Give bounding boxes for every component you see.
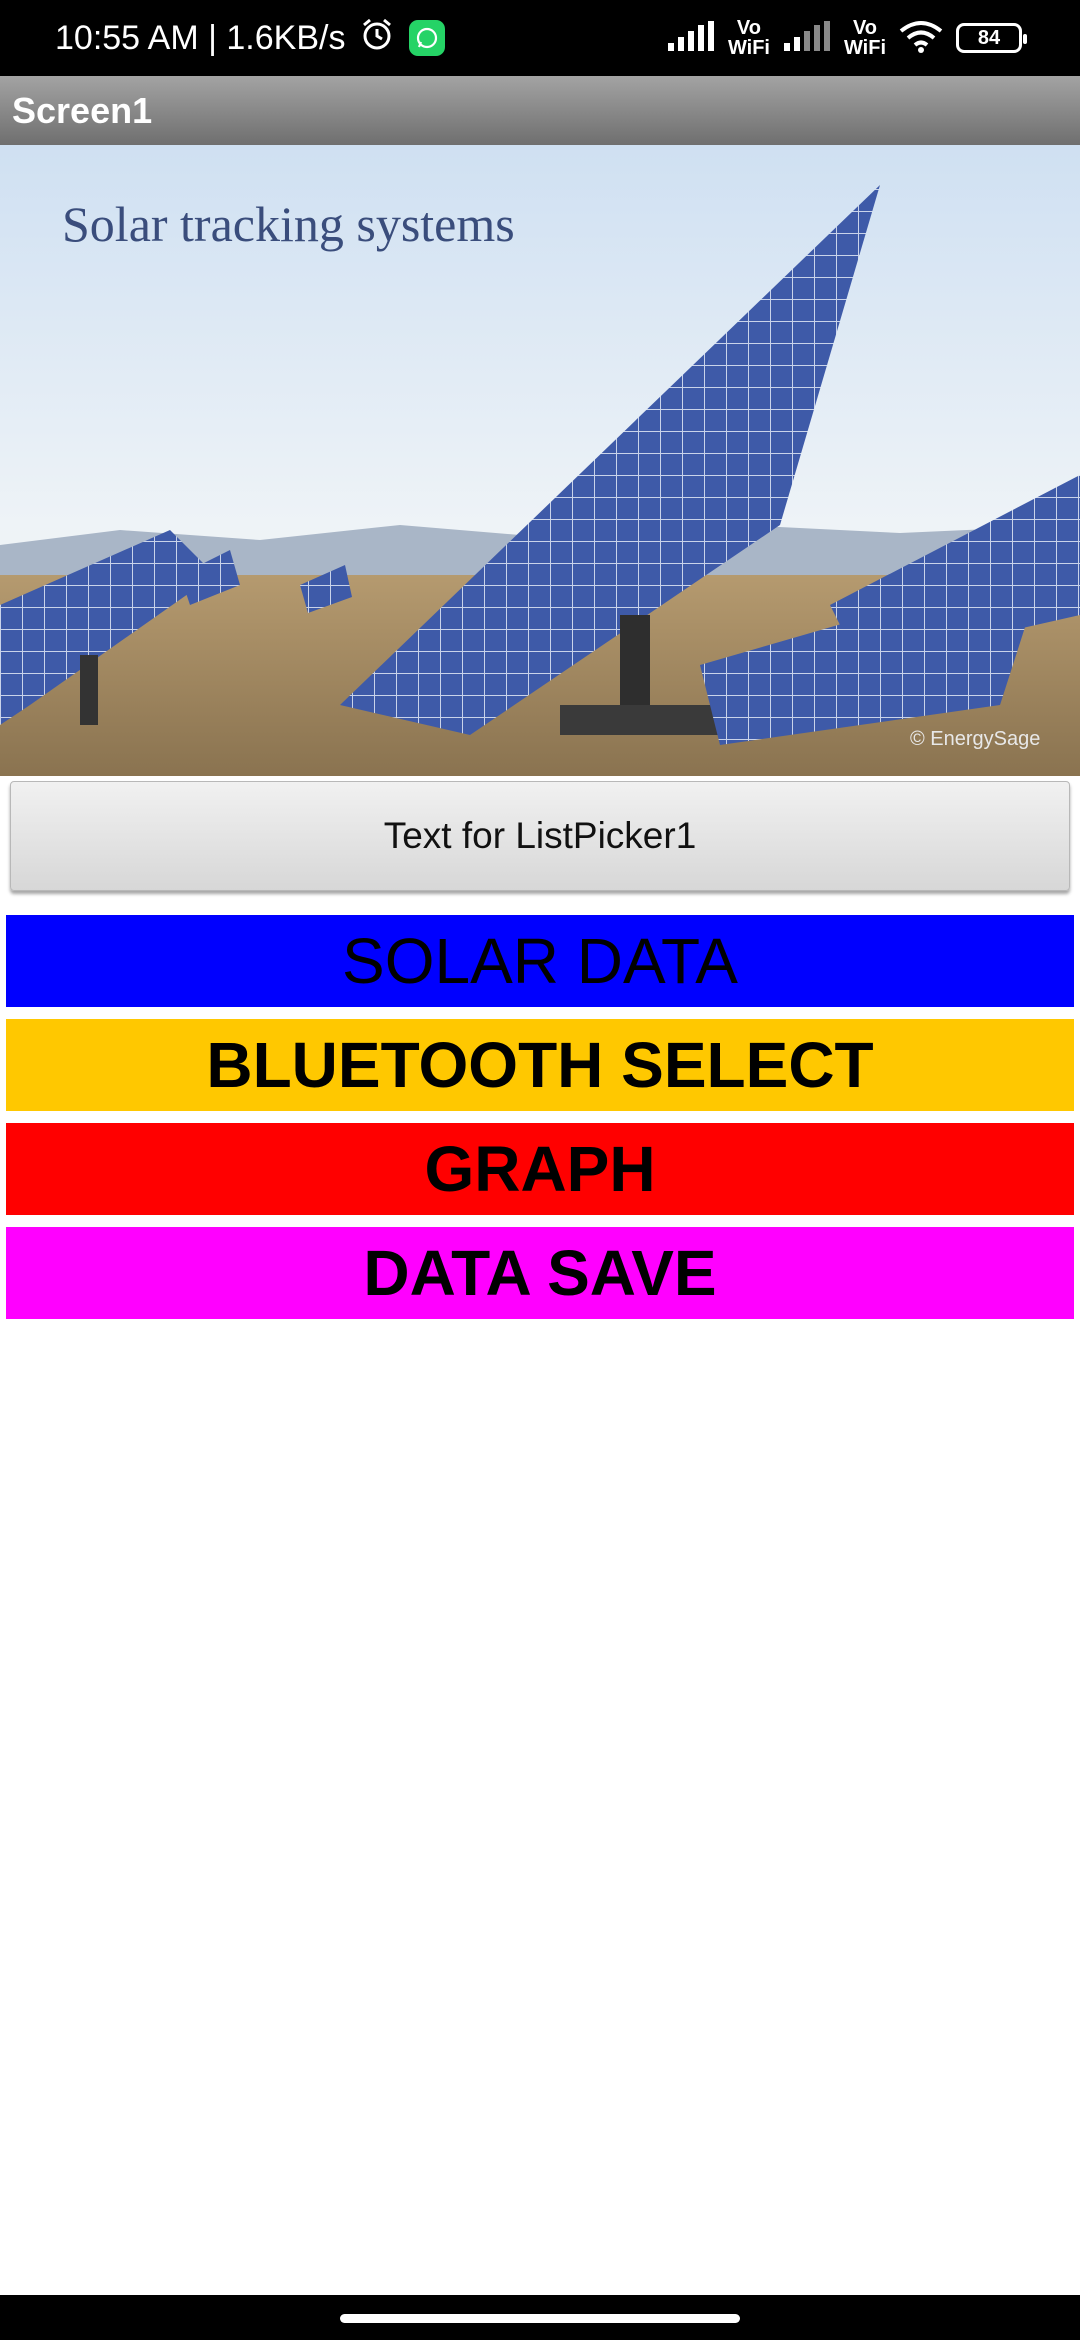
bluetooth-select-button[interactable]: BLUETOOTH SELECT bbox=[6, 1019, 1074, 1111]
signal-icon-2 bbox=[782, 20, 832, 56]
status-time: 10:55 AM | 1.6KB/s bbox=[55, 18, 346, 57]
battery-icon: 84 bbox=[956, 23, 1027, 53]
solar-data-button[interactable]: SOLAR DATA bbox=[6, 915, 1074, 1007]
home-indicator[interactable] bbox=[340, 2314, 740, 2323]
app-title: Screen1 bbox=[12, 89, 153, 131]
signal-icon bbox=[666, 20, 716, 56]
graph-label: GRAPH bbox=[424, 1133, 656, 1205]
vowifi-label-2: Vo WiFi bbox=[843, 17, 886, 59]
status-left: 10:55 AM | 1.6KB/s bbox=[55, 0, 446, 76]
navigation-bar bbox=[0, 2295, 1080, 2340]
graph-button[interactable]: GRAPH bbox=[6, 1123, 1074, 1215]
hero-caption: Solar tracking systems bbox=[62, 196, 515, 252]
listpicker-button[interactable]: Text for ListPicker1 bbox=[10, 781, 1070, 891]
whatsapp-icon bbox=[409, 20, 446, 56]
battery-level: 84 bbox=[977, 26, 1001, 49]
status-bar: 10:55 AM | 1.6KB/s Vo WiFi Vo WiFi 84 bbox=[0, 0, 1080, 76]
data-save-label: DATA SAVE bbox=[363, 1237, 717, 1309]
wifi-icon bbox=[898, 19, 944, 58]
listpicker-label: Text for ListPicker1 bbox=[383, 815, 697, 856]
bluetooth-select-label: BLUETOOTH SELECT bbox=[206, 1029, 874, 1101]
solar-tracking-image: Solar tracking systems © EnergySage bbox=[0, 145, 1080, 776]
data-save-button[interactable]: DATA SAVE bbox=[6, 1227, 1074, 1319]
vowifi-label-1: Vo WiFi bbox=[727, 17, 770, 59]
alarm-icon bbox=[359, 16, 395, 61]
hero-watermark: © EnergySage bbox=[910, 728, 1040, 750]
solar-data-label: SOLAR DATA bbox=[342, 925, 738, 997]
app-title-bar: Screen1 bbox=[0, 76, 1080, 145]
status-right: Vo WiFi Vo WiFi 84 bbox=[666, 0, 1027, 76]
